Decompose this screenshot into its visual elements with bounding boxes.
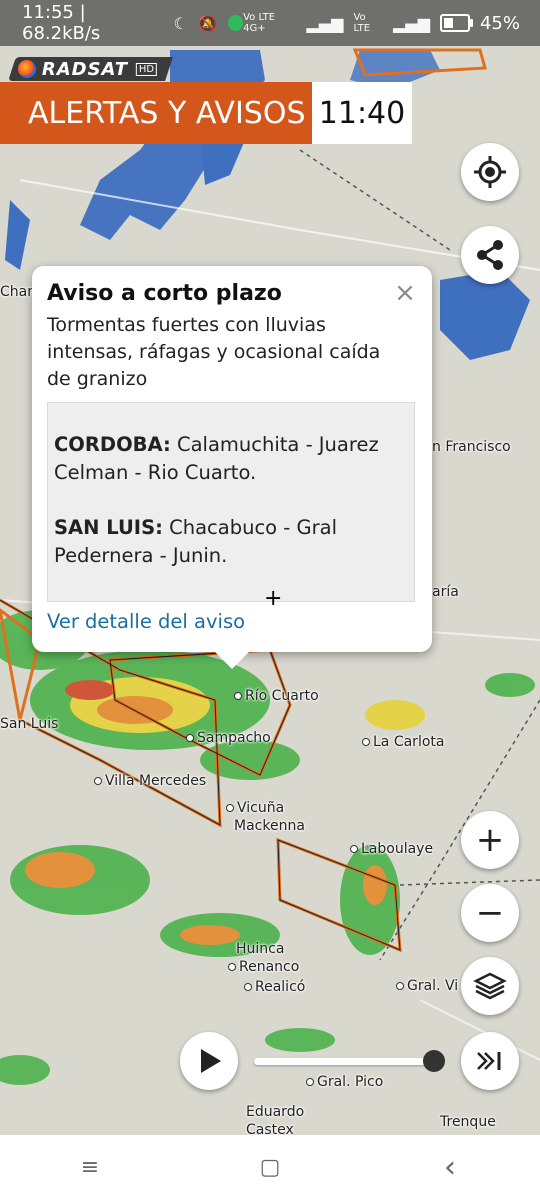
- map-label-huinca: Huinca: [236, 941, 285, 957]
- crosshair-icon: [474, 156, 506, 188]
- whatsapp-icon: [227, 15, 244, 31]
- timeline-slider[interactable]: [254, 1058, 434, 1065]
- bell-off-icon: 🔕: [197, 13, 218, 33]
- popup-description: Tormentas fuertes con lluvias intensas, …: [47, 314, 381, 390]
- skip-forward-icon: [477, 1052, 501, 1070]
- zoom-out-button[interactable]: −: [461, 884, 519, 942]
- zone-province: SAN LUIS:: [54, 516, 163, 539]
- network2-label: Vo LTE: [353, 12, 371, 34]
- map-label-san-luis: San Luis: [0, 716, 59, 732]
- map-label-vicuna: Vicuña: [226, 800, 284, 816]
- zoom-in-button[interactable]: +: [461, 811, 519, 869]
- zone-item: SAN LUIS: Chacabuco - Gral Pedernera - J…: [54, 514, 408, 570]
- battery-icon: [440, 14, 473, 32]
- skip-to-latest-button[interactable]: [461, 1032, 519, 1090]
- timeline-slider-handle[interactable]: [423, 1050, 445, 1072]
- affected-zones-box: CORDOBA: Calamuchita - Juarez Celman - R…: [47, 402, 415, 602]
- map-label-trenque: Trenque: [440, 1114, 496, 1130]
- home-button[interactable]: ▢: [250, 1155, 290, 1180]
- map-label-la-carlota: La Carlota: [362, 734, 444, 750]
- radar-time: 11:40: [312, 82, 412, 144]
- alert-popup: Aviso a corto plazo × Tormentas fuertes …: [32, 266, 432, 669]
- map-label-mackenna: Mackenna: [234, 818, 305, 834]
- map-label-renanco: Renanco: [228, 959, 299, 975]
- moon-icon: ☾: [173, 13, 188, 33]
- play-button[interactable]: [180, 1032, 238, 1090]
- status-bar: 11:55 | 68.2kB/s ☾ 🔕 Vo LTE 4G+ ▂▄▆ Vo L…: [0, 0, 540, 46]
- signal-icon: ▂▄▆: [393, 13, 431, 33]
- map-cursor-icon: +: [264, 586, 283, 611]
- zone-item: CORDOBA: Calamuchita - Juarez Celman - R…: [54, 431, 408, 487]
- map-label-gral-pico: Gral. Pico: [306, 1074, 383, 1090]
- map-label-sampacho: Sampacho: [186, 730, 271, 746]
- popup-title: Aviso a corto plazo: [47, 281, 282, 306]
- layers-button[interactable]: [461, 957, 519, 1015]
- battery-fill: [444, 18, 454, 28]
- battery-percent: 45%: [479, 12, 520, 34]
- map-label-villa-mercedes: Villa Mercedes: [94, 773, 206, 789]
- locate-button[interactable]: [461, 143, 519, 201]
- recents-button[interactable]: ≡: [70, 1155, 110, 1180]
- radar-logo-icon: [18, 60, 36, 78]
- network1-label: Vo LTE 4G+: [243, 12, 276, 34]
- map-label-gral-vi: Gral. Vi: [396, 978, 458, 994]
- zone-province: CORDOBA:: [54, 433, 171, 456]
- layers-icon: [473, 972, 507, 1000]
- brand-name: RADSAT: [42, 58, 129, 80]
- play-icon: [201, 1049, 221, 1073]
- share-button[interactable]: [461, 226, 519, 284]
- app-logo: RADSAT HD: [8, 57, 174, 81]
- system-nav-bar: ≡ ▢ ‹: [0, 1135, 540, 1200]
- alert-detail-link[interactable]: Ver detalle del aviso: [47, 610, 245, 633]
- page-title: ALERTAS Y AVISOS: [0, 82, 312, 144]
- map-label-castex: Castex: [246, 1122, 294, 1135]
- close-icon[interactable]: ×: [390, 278, 420, 308]
- map-label-eduardo: Eduardo: [246, 1104, 305, 1120]
- map-label-rio-cuarto: Río Cuarto: [234, 688, 319, 704]
- map-label-laboulaye: Laboulaye: [350, 841, 433, 857]
- back-button[interactable]: ‹: [430, 1150, 470, 1185]
- share-icon: [477, 240, 503, 270]
- brand-suffix: HD: [136, 62, 158, 76]
- map-label-san-francisco: n Francisco: [432, 439, 511, 455]
- map-label-maria: aría: [432, 584, 459, 600]
- map-label-realico: Realicó: [244, 979, 305, 995]
- status-time-speed: 11:55 | 68.2kB/s: [22, 2, 101, 44]
- signal-icon: ▂▄▆: [306, 13, 344, 33]
